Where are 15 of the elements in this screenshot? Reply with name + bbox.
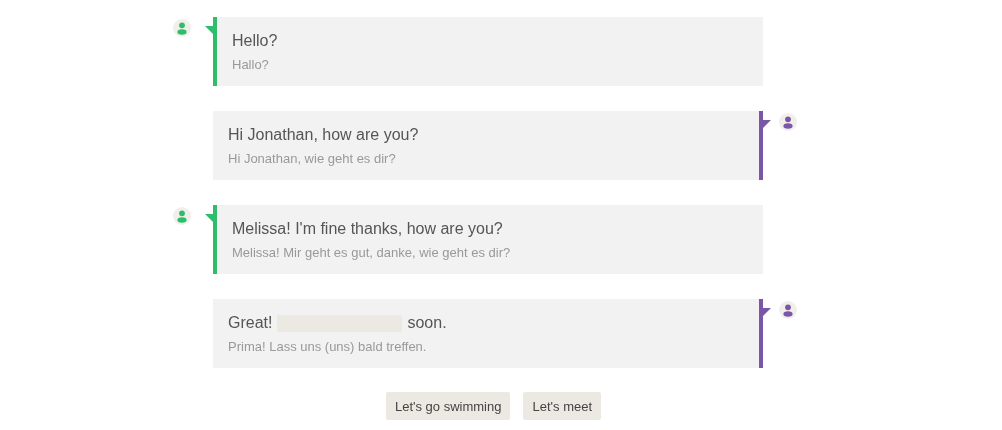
user-avatar-icon xyxy=(779,301,797,319)
message-text: Great! xyxy=(228,313,273,333)
message-text: Melissa! I'm fine thanks, how are you? xyxy=(232,219,503,239)
translation-text: Hallo? xyxy=(232,57,270,73)
answer-option-button[interactable]: Let's go swimming xyxy=(385,392,511,420)
translation-text: Prima! Lass uns (uns) bald treffen. xyxy=(228,339,428,355)
translation-text: Hi Jonathan, wie geht es dir? xyxy=(228,151,397,167)
answer-option-button[interactable]: Let's meet xyxy=(523,392,602,420)
message-text: Hi Jonathan, how are you? xyxy=(228,125,419,145)
message-text: soon. xyxy=(407,313,447,333)
message-text: Hello? xyxy=(232,31,278,51)
user-avatar-icon xyxy=(173,19,191,37)
user-avatar-icon xyxy=(173,207,191,225)
user-avatar-icon xyxy=(779,113,797,131)
translation-text: Melissa! Mir geht es gut, danke, wie geht es dir? xyxy=(232,245,512,261)
